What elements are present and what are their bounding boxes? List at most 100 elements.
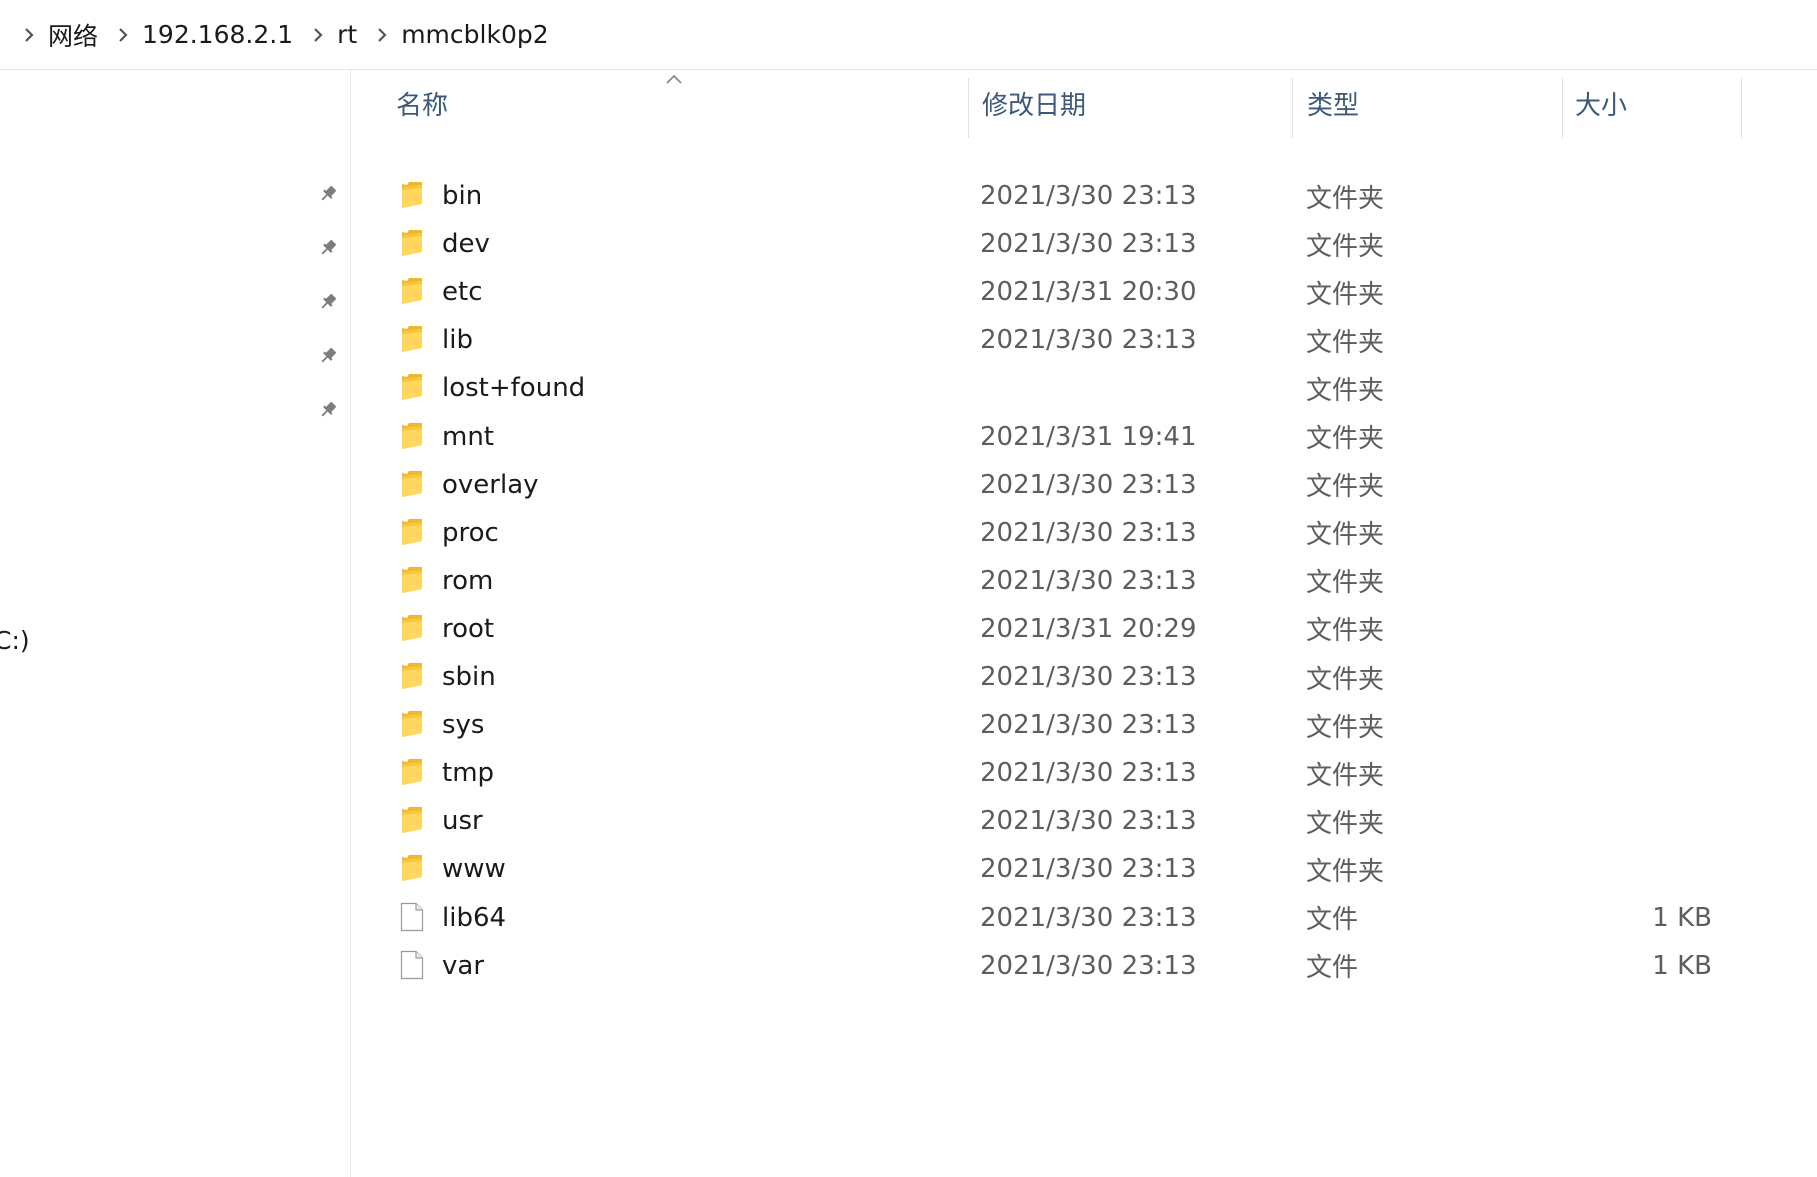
- column-divider[interactable]: [1292, 78, 1293, 138]
- breadcrumb-item-network[interactable]: 网络: [42, 17, 104, 53]
- column-header-name[interactable]: 名称: [396, 70, 956, 137]
- file-row[interactable]: var 2021/3/30 23:13 文件 1 KB: [352, 942, 1712, 990]
- folder-icon: [400, 565, 424, 595]
- file-type: 文件夹: [1306, 520, 1385, 551]
- folder-icon: [400, 613, 424, 643]
- column-header-type[interactable]: 类型: [1307, 70, 1557, 137]
- folder-icon: [400, 228, 424, 258]
- folder-row[interactable]: sys 2021/3/30 23:13 文件夹: [352, 701, 1712, 749]
- file-modified-date: 2021/3/30 23:13: [980, 181, 1197, 211]
- file-name: rom: [442, 565, 494, 596]
- file-type: 文件夹: [1306, 760, 1385, 791]
- folder-row[interactable]: overlay 2021/3/30 23:13 文件夹: [352, 461, 1712, 509]
- file-name: tmp: [442, 758, 495, 789]
- file-type: 文件夹: [1306, 856, 1385, 887]
- file-name: bin: [442, 181, 483, 211]
- file-type: 文件: [1306, 905, 1359, 935]
- pin-icon[interactable]: [314, 180, 342, 208]
- folder-icon: [400, 661, 424, 691]
- file-modified-date: 2021/3/30 23:13: [980, 854, 1197, 885]
- file-modified-date: 2021/3/30 23:13: [980, 565, 1197, 596]
- folder-row[interactable]: sbin 2021/3/30 23:13 文件夹: [352, 653, 1712, 701]
- folder-row[interactable]: root 2021/3/31 20:29 文件夹: [352, 605, 1712, 653]
- folder-row[interactable]: tmp 2021/3/30 23:13 文件夹: [352, 749, 1712, 797]
- file-name: lib64: [442, 902, 507, 933]
- pin-icon[interactable]: [314, 342, 342, 370]
- file-type: 文件夹: [1306, 424, 1385, 454]
- folder-icon: [400, 469, 424, 499]
- folder-icon: [400, 757, 424, 787]
- file-name: www: [442, 854, 506, 885]
- folder-row[interactable]: www 2021/3/30 23:13 文件夹: [352, 845, 1712, 893]
- file-modified-date: 2021/3/30 23:13: [980, 517, 1197, 548]
- file-icon: [400, 950, 424, 980]
- file-modified-date: 2021/3/30 23:13: [980, 758, 1197, 789]
- folder-row[interactable]: lib 2021/3/30 23:13 文件夹: [352, 316, 1712, 364]
- folder-icon: [400, 517, 424, 547]
- column-divider[interactable]: [968, 78, 969, 138]
- nav-item-drive-c[interactable]: C:): [0, 626, 30, 655]
- file-modified-date: 2021/3/30 23:13: [980, 662, 1197, 692]
- file-type: 文件夹: [1306, 231, 1385, 262]
- file-modified-date: 2021/3/30 23:13: [980, 902, 1197, 933]
- breadcrumb-item-share[interactable]: rt: [331, 20, 363, 49]
- column-header-modified-label: 修改日期: [982, 91, 1087, 121]
- navigation-pane: C:): [0, 70, 351, 1177]
- folder-icon: [400, 324, 424, 354]
- file-modified-date: 2021/3/30 23:13: [980, 469, 1197, 500]
- file-row[interactable]: lib64 2021/3/30 23:13 文件 1 KB: [352, 894, 1712, 942]
- folder-row[interactable]: rom 2021/3/30 23:13 文件夹: [352, 557, 1712, 605]
- file-modified-date: 2021/3/30 23:13: [980, 229, 1197, 260]
- file-modified-date: 2021/3/31 20:30: [980, 277, 1197, 308]
- file-type: 文件夹: [1306, 808, 1385, 839]
- column-divider[interactable]: [1562, 78, 1563, 138]
- folder-row[interactable]: mnt 2021/3/31 19:41 文件夹: [352, 413, 1712, 461]
- folder-row[interactable]: etc 2021/3/31 20:30 文件夹: [352, 268, 1712, 316]
- file-type: 文件夹: [1306, 472, 1385, 503]
- file-name: overlay: [442, 469, 539, 500]
- folder-row[interactable]: bin 2021/3/30 23:13 文件夹: [352, 172, 1712, 220]
- file-type: 文件夹: [1306, 327, 1385, 358]
- breadcrumb-root-chevron-icon[interactable]: [16, 20, 42, 50]
- breadcrumb-item-host[interactable]: 192.168.2.1: [136, 20, 299, 49]
- breadcrumb-item-current-folder[interactable]: mmcblk0p2: [395, 20, 554, 49]
- file-name: var: [442, 950, 485, 981]
- folder-icon: [400, 709, 424, 739]
- file-name: root: [442, 613, 495, 644]
- breadcrumb: 网络 192.168.2.1 rt mmcblk0p2: [0, 0, 1817, 70]
- pin-icon[interactable]: [314, 396, 342, 424]
- file-name: usr: [442, 806, 483, 837]
- breadcrumb-separator-chevron-icon[interactable]: [110, 20, 136, 50]
- breadcrumb-separator-chevron-icon[interactable]: [305, 20, 331, 50]
- column-header-size-label: 大小: [1575, 91, 1628, 121]
- file-modified-date: 2021/3/30 23:13: [980, 710, 1197, 741]
- column-header-modified[interactable]: 修改日期: [982, 70, 1282, 137]
- file-type: 文件夹: [1306, 664, 1385, 695]
- file-name: etc: [442, 277, 483, 308]
- folder-row[interactable]: dev 2021/3/30 23:13 文件夹: [352, 220, 1712, 268]
- file-type: 文件夹: [1306, 375, 1385, 406]
- file-modified-date: 2021/3/31 20:29: [980, 613, 1197, 644]
- file-modified-date: 2021/3/30 23:13: [980, 950, 1197, 981]
- file-name: sys: [442, 710, 485, 741]
- column-header-size[interactable]: 大小: [1575, 70, 1725, 137]
- folder-row[interactable]: lost+found 文件夹: [352, 364, 1712, 412]
- column-divider[interactable]: [1741, 78, 1742, 138]
- folder-icon: [400, 372, 424, 402]
- breadcrumb-separator-chevron-icon[interactable]: [369, 20, 395, 50]
- pin-icon[interactable]: [314, 288, 342, 316]
- file-type: 文件: [1306, 953, 1359, 984]
- file-name: lib: [442, 325, 473, 356]
- file-size: 1 KB: [1652, 902, 1712, 933]
- folder-row[interactable]: usr 2021/3/30 23:13 文件夹: [352, 797, 1712, 845]
- folder-row[interactable]: proc 2021/3/30 23:13 文件夹: [352, 509, 1712, 557]
- file-name: dev: [442, 229, 490, 260]
- folder-icon: [400, 276, 424, 306]
- file-name: lost+found: [442, 373, 586, 404]
- pin-icon[interactable]: [314, 234, 342, 262]
- file-name: mnt: [442, 421, 494, 452]
- folder-icon: [400, 853, 424, 883]
- column-header-row: 名称 修改日期 类型 大小: [352, 70, 1817, 147]
- file-modified-date: 2021/3/30 23:13: [980, 325, 1197, 356]
- folder-icon: [400, 421, 424, 451]
